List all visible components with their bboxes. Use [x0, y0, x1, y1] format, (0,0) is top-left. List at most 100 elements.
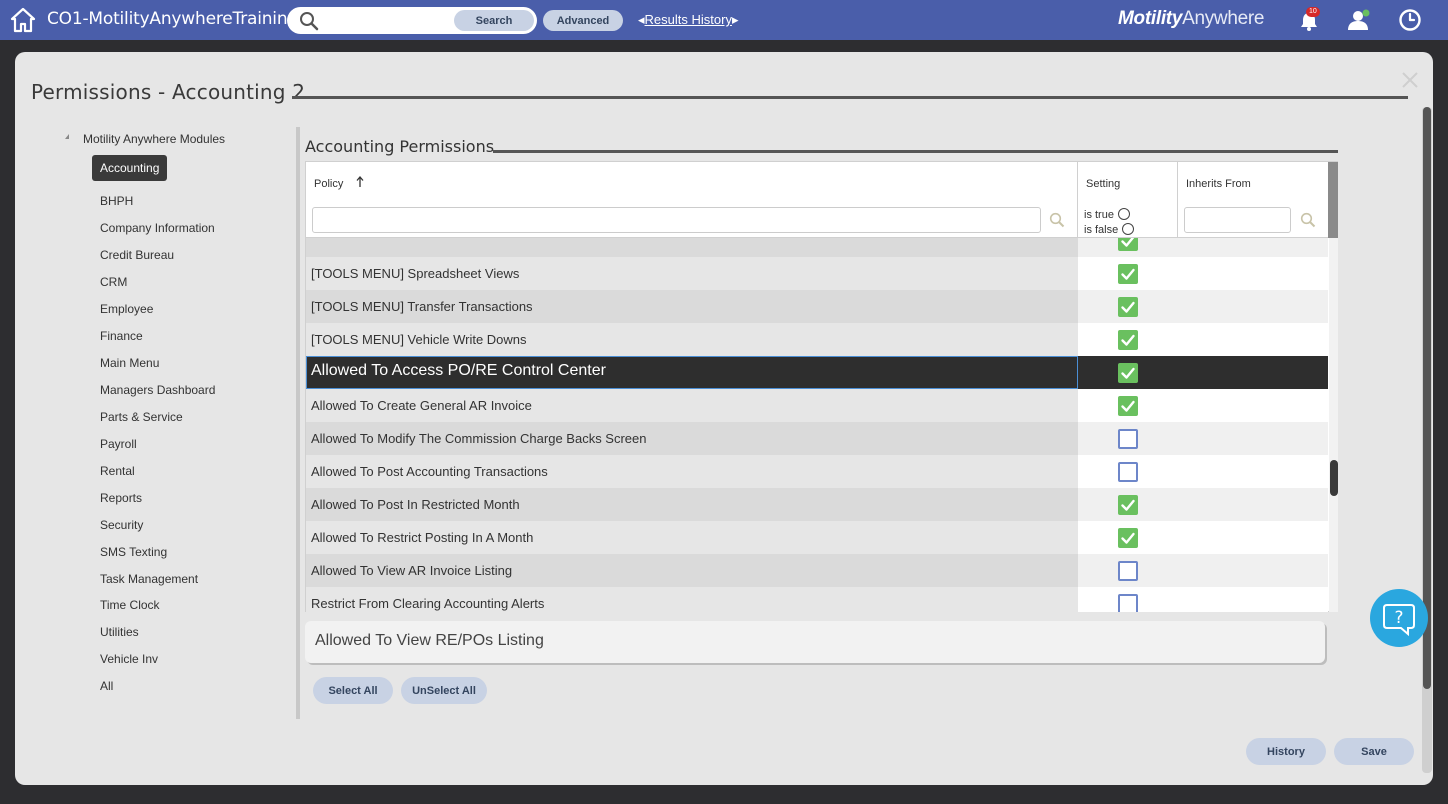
permission-row[interactable]: Allowed To Post In Restricted Month: [306, 488, 1328, 521]
checkbox-unchecked-icon[interactable]: [1118, 594, 1138, 612]
tree-item-bhph[interactable]: BHPH: [100, 194, 133, 208]
unselect-all-button[interactable]: UnSelect All: [401, 677, 487, 704]
setting-cell: [1078, 587, 1328, 612]
permission-row[interactable]: Allowed To Create General AR Invoice: [306, 389, 1328, 422]
search-button[interactable]: Search: [454, 10, 534, 31]
tree-expand-icon[interactable]: [65, 134, 69, 139]
policy-cell[interactable]: Restrict From Clearing Accounting Alerts: [306, 587, 1078, 612]
checkbox-unchecked-icon[interactable]: [1118, 429, 1138, 449]
policy-filter-search-icon[interactable]: [1049, 212, 1065, 228]
select-all-button[interactable]: Select All: [313, 677, 393, 704]
setting-cell: [1078, 389, 1328, 422]
permission-row[interactable]: Allowed To Restrict Posting In A Month: [306, 521, 1328, 554]
setting-cell: [1078, 257, 1328, 290]
history-button[interactable]: History: [1246, 738, 1326, 765]
permission-row[interactable]: Allowed To View AR Invoice Listing: [306, 554, 1328, 587]
save-button[interactable]: Save: [1334, 738, 1414, 765]
tree-item-vehicle-inv[interactable]: Vehicle Inv: [100, 652, 158, 666]
policy-column-header[interactable]: Policy: [314, 178, 343, 190]
checkbox-checked-icon[interactable]: [1118, 297, 1138, 317]
policy-cell[interactable]: Allowed To Create General AR Invoice: [306, 389, 1078, 422]
tree-item-employee[interactable]: Employee: [100, 302, 153, 316]
tree-item-payroll[interactable]: Payroll: [100, 437, 137, 451]
policy-cell[interactable]: Allowed To View AR Invoice Listing: [306, 554, 1078, 587]
policy-filter-input[interactable]: [312, 207, 1041, 233]
clock-icon[interactable]: [1398, 8, 1422, 32]
close-icon[interactable]: [1400, 70, 1420, 90]
policy-cell[interactable]: Allowed To Restrict Posting In A Month: [306, 521, 1078, 554]
search-input[interactable]: [327, 11, 447, 30]
inherits-filter-input[interactable]: [1184, 207, 1291, 233]
checkbox-checked-icon[interactable]: [1118, 495, 1138, 515]
tree-item-company-information[interactable]: Company Information: [100, 221, 215, 235]
checkbox-checked-icon[interactable]: [1118, 528, 1138, 548]
tree-item-main-menu[interactable]: Main Menu: [100, 356, 159, 370]
tree-item-sms-texting[interactable]: SMS Texting: [100, 545, 167, 559]
permission-row[interactable]: Allowed To Access PO/RE Control Center: [306, 356, 1328, 389]
permission-row[interactable]: Restrict From Clearing Accounting Alerts: [306, 587, 1328, 612]
policy-cell[interactable]: [TOOLS MENU] Transfer Transactions: [306, 290, 1078, 323]
tree-item-task-management[interactable]: Task Management: [100, 572, 198, 586]
permission-row[interactable]: Allowed To Modify The Commission Charge …: [306, 422, 1328, 455]
tree-item-utilities[interactable]: Utilities: [100, 625, 139, 639]
title-divider: [292, 96, 1408, 99]
policy-cell[interactable]: [TOOLS MENU] Spreadsheet Views: [306, 257, 1078, 290]
tree-item-finance[interactable]: Finance: [100, 329, 143, 343]
checkbox-checked-icon[interactable]: [1118, 264, 1138, 284]
setting-cell: [1078, 455, 1328, 488]
tree-item-time-clock[interactable]: Time Clock: [100, 598, 160, 612]
policy-label: [TOOLS MENU] Transfer Transactions: [311, 299, 533, 314]
checkbox-unchecked-icon[interactable]: [1118, 462, 1138, 482]
policy-label: Allowed To Modify The Commission Charge …: [311, 431, 647, 446]
checkbox-checked-icon[interactable]: [1118, 330, 1138, 350]
policy-cell[interactable]: Allowed To Post Accounting Transactions: [306, 455, 1078, 488]
policy-cell[interactable]: [306, 238, 1078, 257]
sort-ascending-icon[interactable]: [356, 176, 364, 188]
results-history-link[interactable]: Results History: [645, 12, 732, 27]
tree-item-managers-dashboard[interactable]: Managers Dashboard: [100, 383, 215, 397]
policy-description-box: Allowed To View RE/POs Listing: [305, 621, 1325, 663]
is-true-radio[interactable]: is true: [1084, 208, 1130, 221]
permissions-grid: Policy Setting is true is false Inherits…: [305, 161, 1338, 612]
checkbox-checked-icon[interactable]: [1118, 396, 1138, 416]
section-title: Accounting Permissions: [305, 137, 495, 156]
grid-scrollbar-track[interactable]: [1329, 238, 1338, 612]
tree-item-credit-bureau[interactable]: Credit Bureau: [100, 248, 174, 262]
policy-cell[interactable]: [TOOLS MENU] Vehicle Write Downs: [306, 323, 1078, 356]
setting-cell: [1078, 238, 1328, 257]
checkbox-checked-icon[interactable]: [1118, 363, 1138, 383]
policy-cell[interactable]: Allowed To Post In Restricted Month: [306, 488, 1078, 521]
permission-row[interactable]: [306, 238, 1328, 257]
tree-item-parts-service[interactable]: Parts & Service: [100, 410, 183, 424]
permission-row[interactable]: [TOOLS MENU] Spreadsheet Views: [306, 257, 1328, 290]
advanced-search-button[interactable]: Advanced: [543, 10, 623, 31]
checkbox-unchecked-icon[interactable]: [1118, 561, 1138, 581]
column-divider: [1077, 162, 1078, 238]
permission-row[interactable]: Allowed To Post Accounting Transactions: [306, 455, 1328, 488]
help-button[interactable]: ?: [1370, 589, 1428, 647]
home-icon[interactable]: [10, 6, 36, 34]
header-scroll-spacer: [1328, 162, 1338, 238]
tree-item-security[interactable]: Security: [100, 518, 143, 532]
permission-row[interactable]: [TOOLS MENU] Transfer Transactions: [306, 290, 1328, 323]
tree-item-crm[interactable]: CRM: [100, 275, 127, 289]
policy-description: Allowed To View RE/POs Listing: [315, 632, 544, 649]
checkbox-checked-icon[interactable]: [1118, 238, 1138, 251]
user-icon[interactable]: [1346, 8, 1372, 32]
tree-item-all[interactable]: All: [100, 679, 113, 693]
policy-cell[interactable]: Allowed To Access PO/RE Control Center: [306, 356, 1078, 389]
inherits-filter-search-icon[interactable]: [1300, 212, 1316, 228]
grid-scrollbar-thumb[interactable]: [1330, 460, 1338, 496]
help-chat-icon: ?: [1383, 604, 1415, 637]
policy-cell[interactable]: Allowed To Modify The Commission Charge …: [306, 422, 1078, 455]
chevron-right-icon[interactable]: ▸: [732, 12, 739, 27]
tree-item-rental[interactable]: Rental: [100, 464, 135, 478]
policy-label: Allowed To Post Accounting Transactions: [311, 464, 548, 479]
inherits-from-column-header[interactable]: Inherits From: [1186, 178, 1251, 190]
tree-item-reports[interactable]: Reports: [100, 491, 142, 505]
permission-row[interactable]: [TOOLS MENU] Vehicle Write Downs: [306, 323, 1328, 356]
is-false-radio[interactable]: is false: [1084, 223, 1135, 236]
tree-item-accounting[interactable]: Accounting: [92, 155, 168, 181]
setting-column-header[interactable]: Setting: [1086, 178, 1120, 190]
tree-root[interactable]: Motility Anywhere Modules: [65, 132, 225, 146]
